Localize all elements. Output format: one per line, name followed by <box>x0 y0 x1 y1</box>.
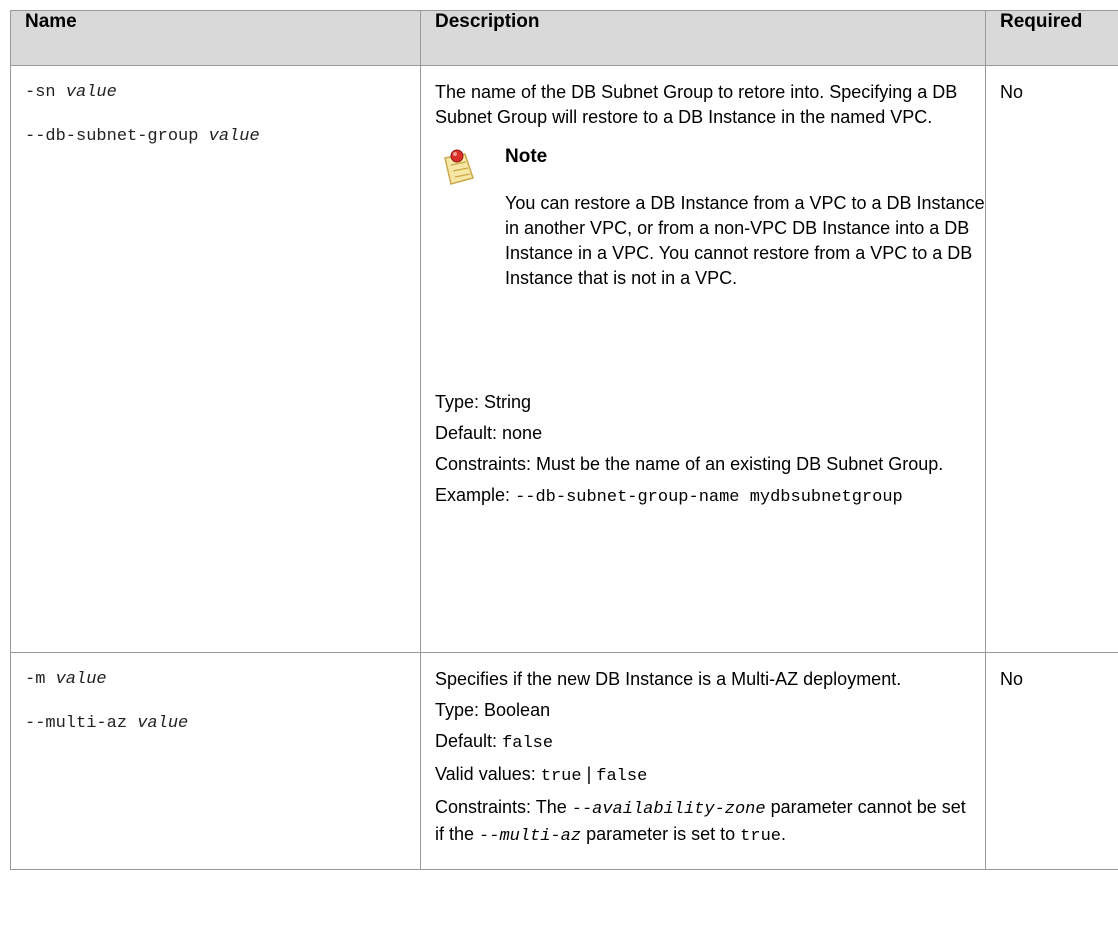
table-row: -sn value --db-subnet-group value The na… <box>10 65 1118 653</box>
example-value: --db-subnet-group-name mydbsubnetgroup <box>515 488 903 507</box>
short-flag: -m <box>25 670 46 689</box>
parameters-table: Name Description Required -sn value --db… <box>10 10 1118 870</box>
param-long-name: --db-subnet-group value <box>25 124 406 149</box>
param-short-name: -sn value <box>25 80 406 105</box>
short-flag-arg: value <box>55 670 107 689</box>
constraints-text: . <box>780 824 786 844</box>
param-description: The name of the DB Subnet Group to retor… <box>435 82 958 127</box>
header-required: Required <box>985 10 1118 66</box>
valid-value-true: true <box>540 767 582 786</box>
param-description-cell: The name of the DB Subnet Group to retor… <box>420 65 986 653</box>
long-flag-arg: value <box>137 714 189 733</box>
param-description-cell: Specifies if the new DB Instance is a Mu… <box>420 652 986 870</box>
short-flag: -sn <box>25 83 56 102</box>
param-name-cell: -sn value --db-subnet-group value <box>10 65 421 653</box>
param-description: Specifies if the new DB Instance is a Mu… <box>435 669 902 689</box>
default-label: Default: <box>435 731 498 751</box>
note-title: Note <box>505 146 548 167</box>
example-label: Example: <box>435 485 511 505</box>
param-constraints: Constraints: Must be the name of an exis… <box>435 454 944 474</box>
long-flag: --db-subnet-group <box>25 127 199 146</box>
constraints-code: true <box>740 827 781 846</box>
param-required-cell: No <box>985 652 1118 870</box>
constraints-text: Constraints: The <box>435 797 567 817</box>
table-header-row: Name Description Required <box>10 10 1118 66</box>
constraints-code: --availability-zone <box>571 800 766 819</box>
long-flag: --multi-az <box>25 714 128 733</box>
note-text: You can restore a DB Instance from a VPC… <box>505 193 985 288</box>
header-name: Name <box>10 10 421 66</box>
param-type: Type: Boolean <box>435 700 551 720</box>
param-name-cell: -m value --multi-az value <box>10 652 421 870</box>
param-type: Type: String <box>435 392 532 412</box>
valid-values-label: Valid values: <box>435 764 536 784</box>
param-example: Example: --db-subnet-group-name mydbsubn… <box>435 483 971 510</box>
note-box: Note You can restore a DB Instance from … <box>435 144 985 374</box>
param-constraints: Constraints: The --availability-zone par… <box>435 795 971 849</box>
note-pushpin-icon <box>444 149 474 185</box>
param-default: Default: none <box>435 423 543 443</box>
constraints-code: --multi-az <box>479 827 582 846</box>
header-description: Description <box>420 10 986 66</box>
param-default: Default: false <box>435 729 971 756</box>
default-value: false <box>502 734 554 753</box>
table-row: -m value --multi-az value Specifies if t… <box>10 652 1118 870</box>
valid-values-separator: | <box>586 764 592 784</box>
param-valid-values: Valid values: true | false <box>435 762 971 789</box>
valid-value-false: false <box>596 767 648 786</box>
param-required-cell: No <box>985 65 1118 653</box>
constraints-text: parameter is set to <box>586 824 736 844</box>
long-flag-arg: value <box>208 127 260 146</box>
param-long-name: --multi-az value <box>25 711 406 736</box>
short-flag-arg: value <box>65 83 117 102</box>
param-short-name: -m value <box>25 667 406 692</box>
